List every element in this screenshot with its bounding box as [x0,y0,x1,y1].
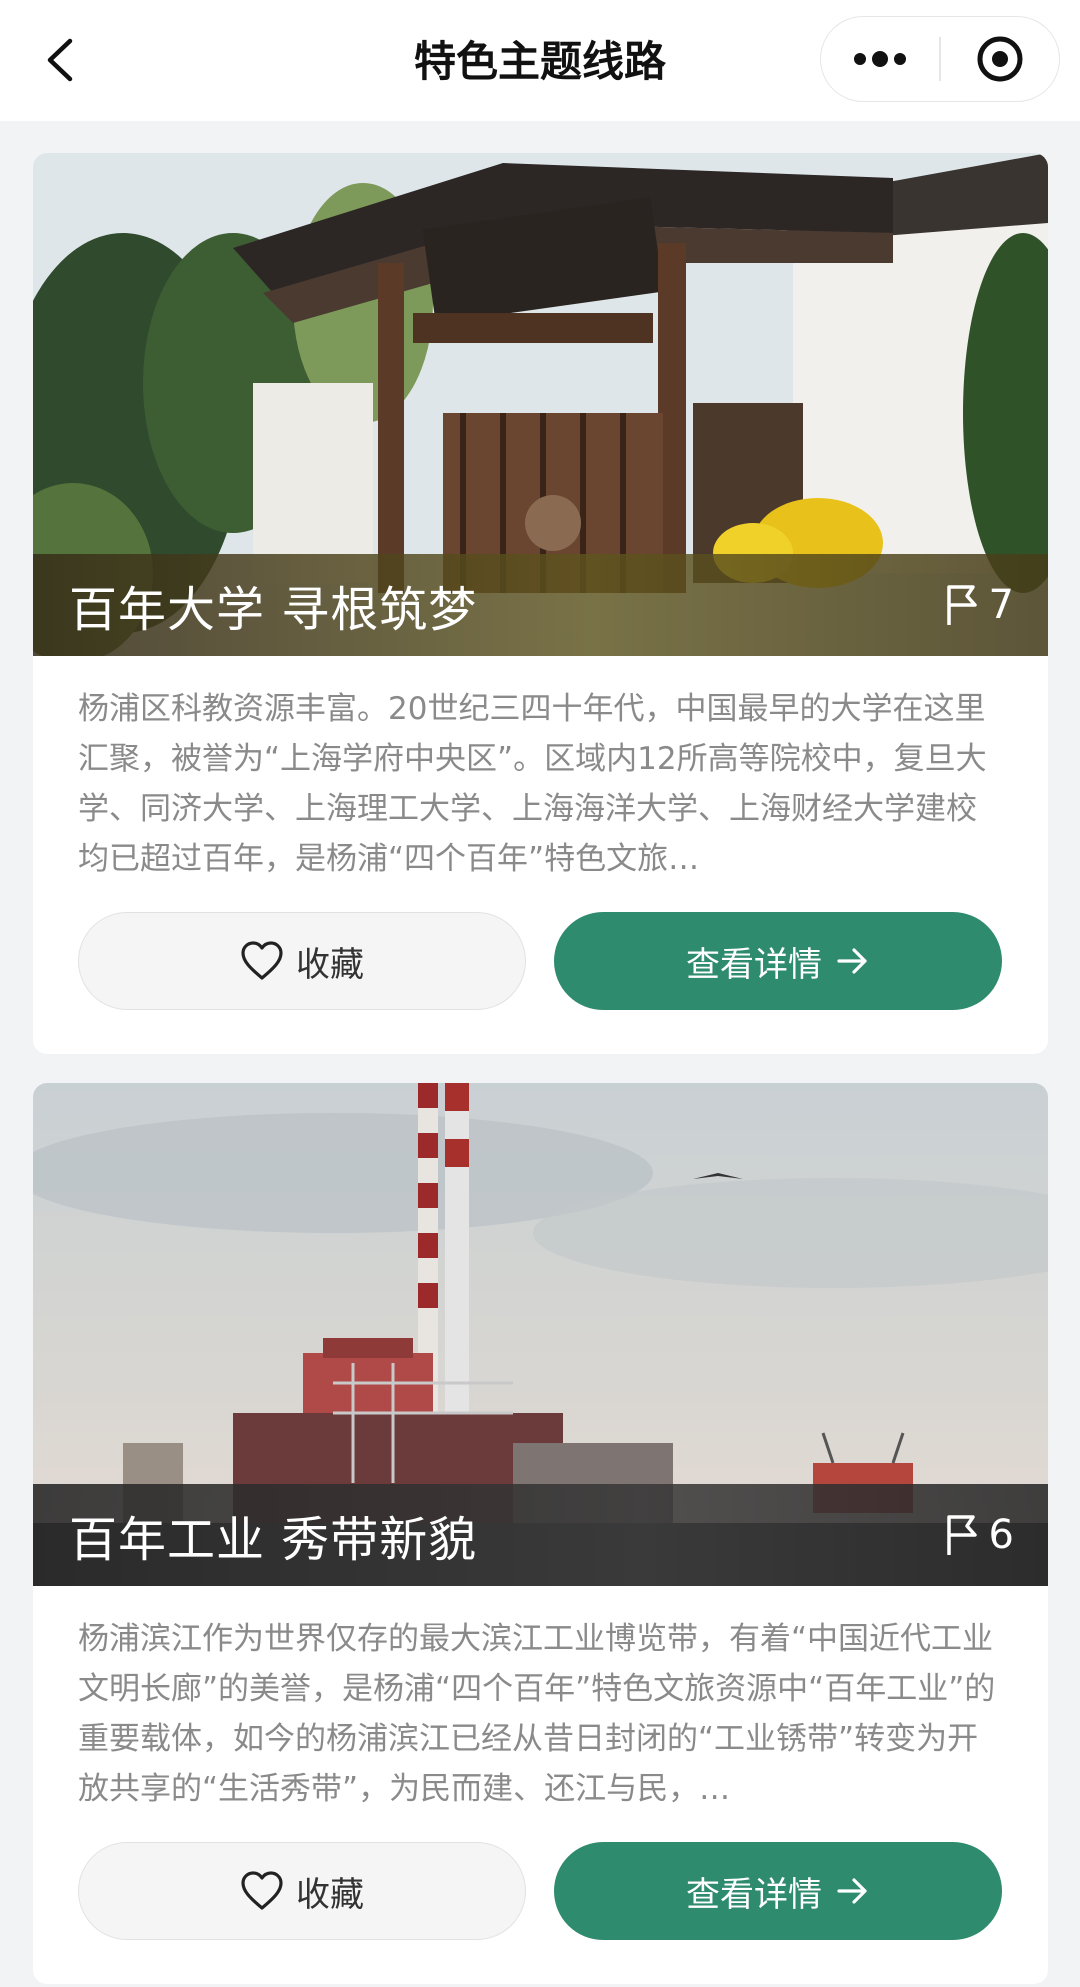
favorite-label: 收藏 [296,1874,364,1915]
favorite-label: 收藏 [296,944,364,985]
route-cover-image[interactable]: 百年工业 秀带新貌 6 [33,1083,1048,1586]
stop-count-value: 7 [988,582,1014,628]
stop-count: 7 [943,582,1014,628]
route-cover-image[interactable]: 百年大学 寻根筑梦 7 [33,153,1048,656]
route-card[interactable]: 百年工业 秀带新貌 6 杨浦滨江作为世界仅存的最大滨江工业博览带，有着“中国近代… [33,1083,1048,1984]
view-detail-label: 查看详情 [686,1874,822,1915]
back-button[interactable] [30,30,90,90]
route-title-bar: 百年大学 寻根筑梦 7 [33,554,1048,656]
view-detail-label: 查看详情 [686,944,822,985]
route-title-bar: 百年工业 秀带新貌 6 [33,1484,1048,1586]
stop-count: 6 [943,1512,1014,1558]
navbar: 特色主题线路 [0,0,1080,121]
close-miniprogram-button[interactable] [941,16,1059,102]
chevron-left-icon [47,38,73,82]
heart-icon [241,1871,283,1910]
card-actions: 收藏 查看详情 [78,912,1002,1010]
route-card[interactable]: 百年大学 寻根筑梦 7 杨浦区科教资源丰富。20世纪三四十年代，中国最早的大学在… [33,153,1048,1054]
route-title: 百年大学 寻根筑梦 [69,582,478,638]
heart-icon [241,941,283,980]
mini-program-capsule [820,16,1060,102]
flag-icon [946,1515,977,1555]
more-dots-icon [854,51,907,67]
more-button[interactable] [821,16,939,102]
card-actions: 收藏 查看详情 [78,1842,1002,1940]
view-detail-button[interactable]: 查看详情 [554,912,1002,1010]
favorite-button[interactable]: 收藏 [78,912,526,1010]
route-description: 杨浦区科教资源丰富。20世纪三四十年代，中国最早的大学在这里汇聚，被誉为“上海学… [78,691,987,877]
target-circle-icon [977,36,1023,82]
arrow-right-icon [837,1878,867,1904]
stop-count-value: 6 [988,1512,1014,1558]
favorite-button[interactable]: 收藏 [78,1842,526,1940]
flag-icon [946,585,977,625]
view-detail-button[interactable]: 查看详情 [554,1842,1002,1940]
arrow-right-icon [837,948,867,974]
route-title: 百年工业 秀带新貌 [69,1512,478,1568]
route-description: 杨浦滨江作为世界仅存的最大滨江工业博览带，有着“中国近代工业文明长廊”的美誉，是… [78,1621,996,1807]
